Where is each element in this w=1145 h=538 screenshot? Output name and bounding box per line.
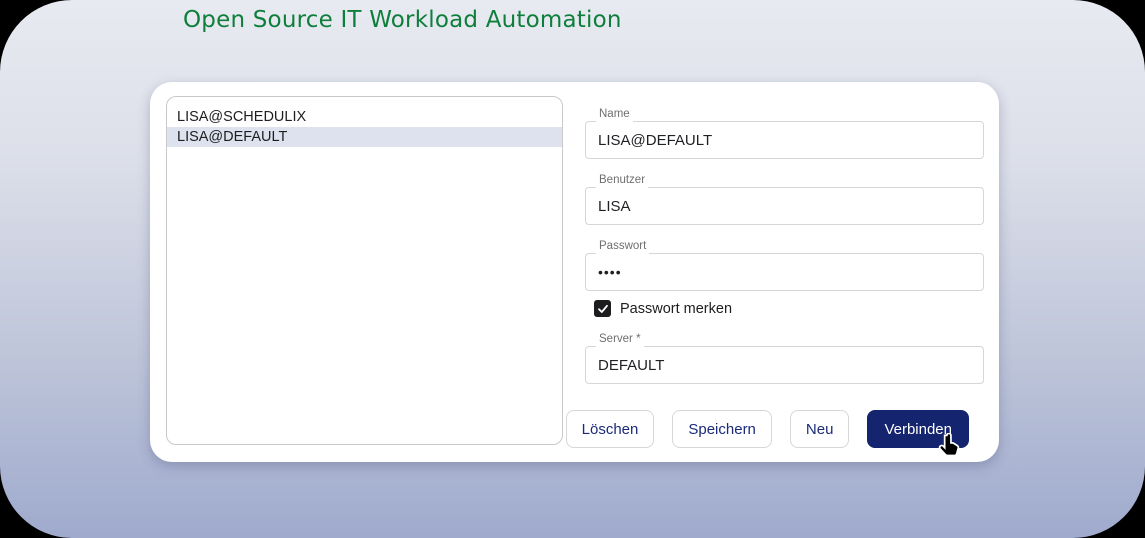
new-button[interactable]: Neu bbox=[790, 410, 850, 448]
password-label: Passwort bbox=[596, 238, 649, 254]
connect-button[interactable]: Verbinden bbox=[867, 410, 969, 448]
password-field-group: Passwort bbox=[585, 253, 984, 291]
user-input[interactable] bbox=[586, 188, 983, 224]
app-window: Open Source IT Workload Automation LISA@… bbox=[0, 0, 1145, 538]
button-row: Löschen Speichern Neu Verbinden bbox=[566, 410, 969, 448]
delete-button[interactable]: Löschen bbox=[566, 410, 655, 448]
user-label: Benutzer bbox=[596, 172, 648, 188]
remember-password-checkbox[interactable] bbox=[594, 300, 611, 317]
save-button[interactable]: Speichern bbox=[672, 410, 772, 448]
user-field-group: Benutzer bbox=[585, 187, 984, 225]
list-item-schedulix[interactable]: LISA@SCHEDULIX bbox=[167, 107, 562, 127]
check-icon bbox=[597, 303, 609, 315]
server-input[interactable] bbox=[586, 347, 983, 383]
name-input[interactable] bbox=[586, 122, 983, 158]
server-label: Server * bbox=[596, 331, 644, 347]
page-title: Open Source IT Workload Automation bbox=[183, 7, 622, 33]
list-item-default-selected[interactable]: LISA@DEFAULT bbox=[167, 127, 562, 147]
password-input[interactable] bbox=[586, 254, 983, 290]
remember-password-row: Passwort merken bbox=[594, 300, 732, 317]
server-field-group: Server * bbox=[585, 346, 984, 384]
connection-dialog-card: LISA@SCHEDULIX LISA@DEFAULT Name Benutze… bbox=[150, 82, 999, 462]
name-label: Name bbox=[596, 106, 633, 122]
name-field-group: Name bbox=[585, 121, 984, 159]
remember-password-label[interactable]: Passwort merken bbox=[620, 301, 732, 317]
connection-form: Name Benutzer Passwort Passwort merken bbox=[585, 82, 984, 462]
connection-list[interactable]: LISA@SCHEDULIX LISA@DEFAULT bbox=[166, 96, 563, 445]
